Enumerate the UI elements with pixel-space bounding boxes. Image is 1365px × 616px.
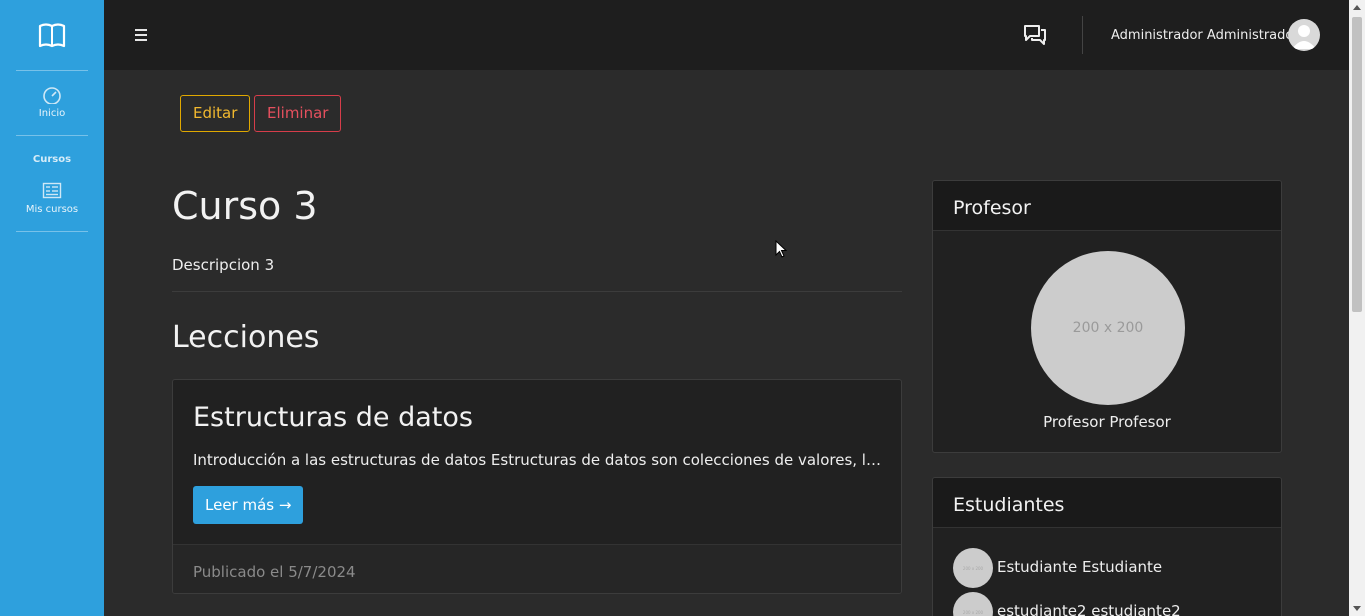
- speedometer-icon: [43, 87, 61, 104]
- edit-button[interactable]: Editar: [180, 95, 251, 132]
- teacher-name: Profesor Profesor: [1043, 413, 1171, 431]
- chat-bubbles-icon[interactable]: [1023, 24, 1047, 46]
- sidebar-item-label: Mis cursos: [25, 204, 79, 215]
- scroll-down-icon[interactable]: [1353, 606, 1361, 611]
- sidebar-item-inicio[interactable]: Inicio: [0, 86, 104, 119]
- teacher-card: Profesor 200 x 200 Profesor Profesor: [932, 180, 1282, 453]
- scroll-up-icon[interactable]: [1353, 5, 1361, 10]
- user-name[interactable]: Administrador Administrador: [1111, 28, 1299, 43]
- scrollbar-thumb[interactable]: [1352, 17, 1362, 312]
- mouse-cursor-icon: [775, 240, 787, 258]
- student-name: estudiante2 estudiante2: [997, 602, 1181, 616]
- lesson-card-footer: Publicado el 5/7/2024: [173, 544, 901, 593]
- lesson-card: Estructuras de datos Introducción a las …: [172, 379, 902, 594]
- student-name: Estudiante Estudiante: [997, 558, 1163, 576]
- sidebar-divider: [16, 135, 88, 136]
- sidebar-divider: [16, 70, 88, 71]
- hamburger-icon[interactable]: [135, 29, 147, 41]
- read-more-button[interactable]: Leer más →: [193, 486, 304, 524]
- lesson-excerpt: Introducción a las estructuras de datos …: [193, 451, 883, 469]
- students-card-header: Estudiantes: [933, 478, 1281, 528]
- course-list-icon: [42, 182, 62, 199]
- sidebar: Inicio Cursos Mis cursos: [0, 0, 104, 616]
- lessons-heading: Lecciones: [172, 320, 320, 355]
- topbar: Administrador Administrador: [104, 0, 1349, 70]
- topbar-divider: [1082, 16, 1083, 54]
- student-avatar: 200 x 200: [953, 548, 993, 588]
- open-book-icon[interactable]: [37, 20, 67, 50]
- page-scrollbar[interactable]: [1349, 0, 1365, 616]
- teacher-image: 200 x 200: [1031, 251, 1185, 405]
- course-description: Descripcion 3: [172, 256, 275, 274]
- delete-button[interactable]: Eliminar: [254, 95, 342, 132]
- lesson-title: Estructuras de datos: [193, 402, 473, 433]
- sidebar-item-mis-cursos[interactable]: Mis cursos: [0, 182, 104, 215]
- user-avatar-icon[interactable]: [1288, 19, 1320, 51]
- students-card: Estudiantes 200 x 200 Estudiante Estudia…: [932, 477, 1282, 616]
- divider: [172, 291, 902, 292]
- sidebar-item-label: Inicio: [38, 108, 66, 119]
- teacher-card-header: Profesor: [933, 181, 1281, 231]
- published-date: Publicado el 5/7/2024: [193, 563, 356, 581]
- sidebar-section-header: Cursos: [32, 154, 72, 165]
- course-title: Curso 3: [172, 184, 318, 228]
- sidebar-divider: [16, 231, 88, 232]
- student-avatar: 200 x 200: [953, 592, 993, 616]
